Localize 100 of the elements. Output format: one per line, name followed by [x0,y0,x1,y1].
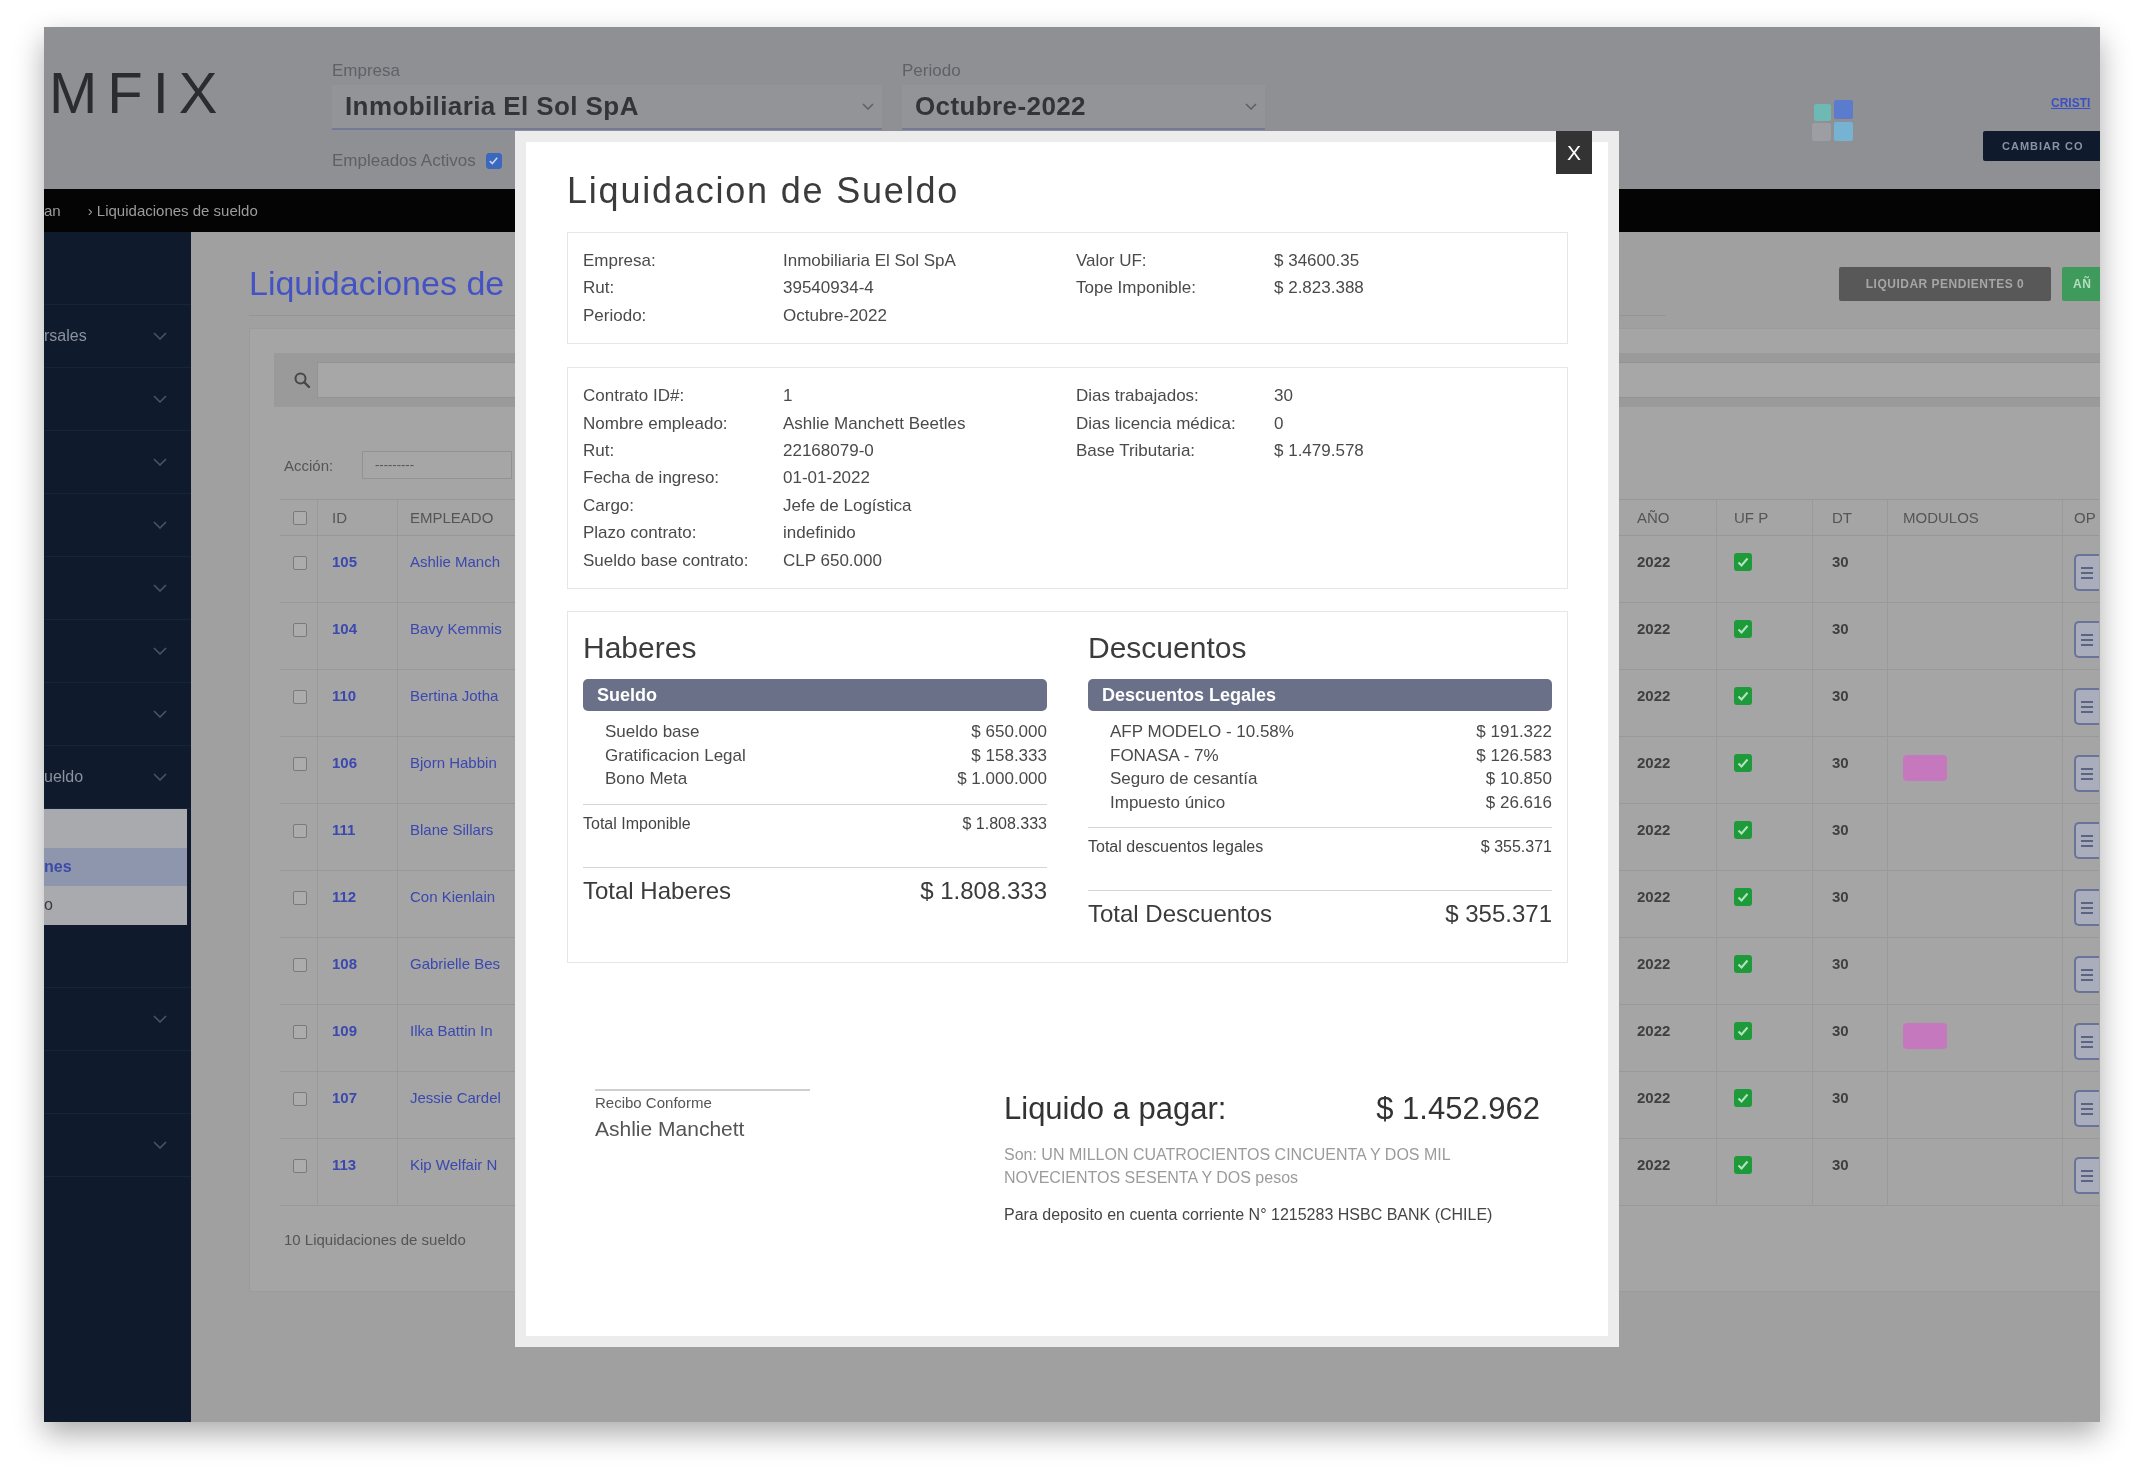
options-button[interactable] [2074,688,2099,725]
chevron-icon[interactable] [153,332,167,340]
options-button[interactable] [2074,1157,2099,1194]
row-checkbox[interactable] [293,556,307,570]
line-item-label: AFP MODELO - 10.58% [1110,721,1294,744]
company-select[interactable]: Inmobiliaria El Sol SpA [332,85,882,130]
record-count: 10 Liquidaciones de sueldo [284,1230,466,1250]
field-label: Rut: [583,440,615,463]
list-icon [2081,700,2093,713]
row-checkbox[interactable] [293,891,307,905]
row-id-link[interactable]: 113 [332,1155,357,1175]
year-text: 2022 [1637,619,1671,639]
field-value: $ 1.479.578 [1274,440,1364,463]
year-text: 2022 [1637,1021,1671,1041]
row-checkbox[interactable] [293,958,307,972]
field-value: $ 34600.35 [1274,250,1360,272]
line-item-amount: $ 1.000.000 [957,768,1047,791]
chevron-icon[interactable] [153,584,167,592]
change-button[interactable]: CAMBIAR CO [1983,131,2100,161]
active-employees-checkbox[interactable] [485,153,502,169]
chevron-icon[interactable] [153,773,167,781]
sidebar-item[interactable]: rsales [44,327,87,345]
employee-link[interactable]: Gabrielle Bes [410,954,501,974]
row-checkbox[interactable] [293,1159,307,1173]
days-text: 30 [1832,954,1849,974]
field-label: Fecha de ingreso: [583,467,720,490]
row-id-link[interactable]: 105 [332,552,358,572]
employee-link[interactable]: Bavy Kemmis [410,619,502,639]
action-button[interactable]: LIQUIDAR PENDIENTES 0 [1839,267,2051,301]
column-header: UF P [1734,507,1769,528]
employee-link[interactable]: Ashlie Manch [410,552,501,572]
line-item-amount: $ 10.850 [1485,768,1552,791]
breadcrumb-item[interactable]: › Liquidaciones de sueldo [87,202,258,219]
row-id-link[interactable]: 110 [332,686,357,706]
options-button[interactable] [2074,1090,2099,1127]
subtotal-amount: $ 1.808.333 [962,813,1047,834]
row-checkbox[interactable] [293,1092,307,1106]
chevron-icon[interactable] [153,710,167,718]
row-id-link[interactable]: 111 [332,820,356,840]
row-id-link[interactable]: 108 [332,954,358,974]
options-button[interactable] [2074,621,2099,658]
list-icon [2081,767,2093,780]
row-id-link[interactable]: 106 [332,753,358,773]
row-id-link[interactable]: 104 [332,619,358,639]
list-icon [2081,968,2093,981]
employee-link[interactable]: Con Kienlain [410,887,496,907]
breadcrumb-item[interactable]: an [44,202,61,219]
column-header: DT [1832,507,1852,528]
section-heading: Descuentos [1088,630,1247,667]
action-label: Acción: [284,456,334,474]
employee-link[interactable]: Ilka Battin In [410,1021,493,1041]
row-checkbox[interactable] [293,623,307,637]
row-checkbox[interactable] [293,757,307,771]
action-select[interactable]: --------- [362,451,512,479]
employee-link[interactable]: Kip Welfair N [410,1155,498,1175]
action-button[interactable]: AÑ [2062,267,2100,301]
user-link[interactable]: CRISTI [2051,96,2091,110]
line-item-amount: $ 158.333 [971,744,1047,767]
employee-link[interactable]: Bjorn Habbin [410,753,497,773]
list-icon [2081,834,2093,847]
subtotal-label: Total descuentos legales [1088,837,1264,858]
employee-link[interactable]: Bertina Jotha [410,686,499,706]
apps-grid-icon[interactable] [1812,100,1853,141]
employee-link[interactable]: Blane Sillars [410,820,494,840]
chevron-icon[interactable] [153,395,167,403]
field-value: 22168079-0 [783,440,874,463]
close-button[interactable]: X [1556,131,1592,174]
sidebar-item[interactable]: ueldo [44,768,84,786]
row-checkbox[interactable] [293,1025,307,1039]
days-text: 30 [1832,1155,1849,1175]
chevron-icon[interactable] [153,647,167,655]
row-id-link[interactable]: 107 [332,1088,358,1108]
employee-link[interactable]: Jessie Cardel [410,1088,501,1108]
chevron-icon[interactable] [153,521,167,529]
field-label: Dias licencia médica: [1076,412,1236,435]
chevron-icon[interactable] [153,458,167,466]
options-button[interactable] [2074,1023,2099,1060]
row-checkbox[interactable] [293,690,307,704]
field-value: indefinido [783,522,856,545]
row-id-link[interactable]: 109 [332,1021,358,1041]
row-id-link[interactable]: 112 [332,887,357,907]
options-button[interactable] [2074,822,2099,859]
days-text: 30 [1832,887,1849,907]
submenu-item[interactable]: nes [44,847,187,887]
field-value: Octubre-2022 [783,304,887,327]
options-button[interactable] [2074,956,2099,993]
subtotal-label: Total Imponible [583,813,691,834]
chevron-icon[interactable] [153,1014,167,1023]
list-icon [2081,1035,2093,1048]
net-pay-label: Liquido a pagar: [1004,1090,1227,1129]
field-label: Plazo contrato: [583,522,697,545]
year-text: 2022 [1637,686,1671,706]
chevron-icon[interactable] [153,1140,167,1149]
options-button[interactable] [2074,554,2099,591]
select-all-checkbox[interactable] [293,510,307,525]
submenu-item[interactable]: o [44,886,187,925]
period-select[interactable]: Octubre-2022 [902,85,1265,130]
options-button[interactable] [2074,755,2099,792]
row-checkbox[interactable] [293,824,307,838]
options-button[interactable] [2074,889,2099,926]
